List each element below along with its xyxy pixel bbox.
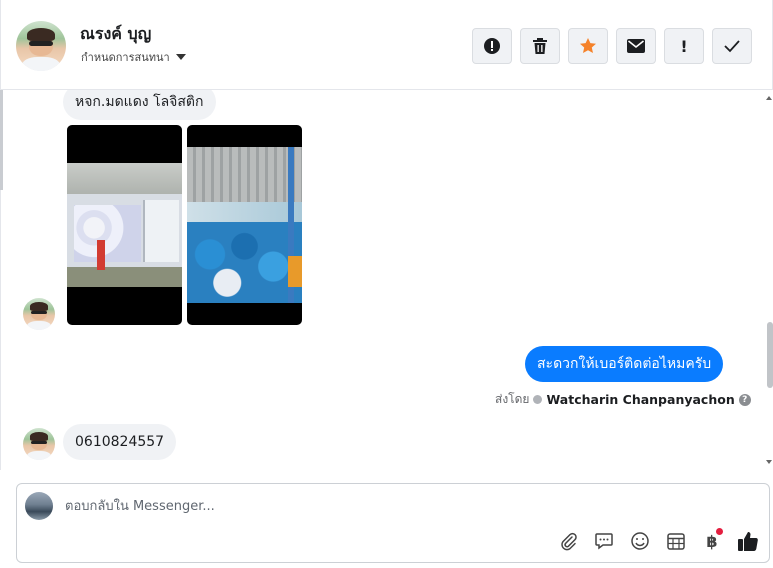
warehouse-photo-attachment[interactable] — [187, 125, 302, 325]
mark-done-button[interactable] — [712, 28, 752, 64]
payment-button[interactable]: ฿ — [701, 528, 723, 552]
verified-icon — [533, 395, 543, 404]
envelope-icon — [627, 39, 645, 53]
notification-dot — [716, 528, 723, 535]
alert-icon — [484, 38, 500, 54]
trash-icon — [533, 38, 547, 54]
assign-conversation-label: กำหนดการสนทนา — [81, 51, 170, 64]
emoji-button[interactable] — [629, 530, 651, 552]
star-button[interactable] — [568, 28, 608, 64]
speech-bubble-icon — [595, 533, 613, 550]
saved-replies-button[interactable] — [593, 530, 615, 552]
contact-avatar[interactable] — [16, 21, 66, 71]
exclamation-icon: ! — [680, 36, 688, 56]
scrollbar-thumb[interactable] — [767, 322, 773, 388]
calendar-icon — [667, 533, 685, 550]
page-avatar — [25, 492, 53, 520]
incoming-message[interactable]: หจก.มดแดง โลจิสติก — [63, 90, 216, 120]
contact-name[interactable]: ณรงค์ บุญ — [80, 22, 151, 47]
sent-by-name[interactable]: Watcharin Chanpanyachon — [546, 392, 734, 407]
assign-conversation-dropdown[interactable]: กำหนดการสนทนา — [81, 48, 186, 66]
sent-by-label: ส่งโดย — [495, 392, 530, 406]
attach-file-button[interactable] — [557, 530, 579, 552]
paperclip-icon — [561, 532, 577, 551]
send-like-button[interactable] — [737, 530, 759, 552]
reply-composer: ฿ — [16, 483, 770, 563]
smiley-icon — [631, 532, 649, 550]
conversation-header: ณรงค์ บุญ กำหนดการสนทนา ! — [0, 0, 773, 90]
contact-avatar-small[interactable] — [23, 428, 55, 460]
appointment-button[interactable] — [665, 530, 687, 552]
conversation-toolbar: ! — [472, 28, 752, 64]
reply-input[interactable] — [65, 497, 665, 515]
scroll-up-arrow[interactable] — [766, 96, 772, 100]
composer-toolbar: ฿ — [557, 528, 759, 552]
follow-up-button[interactable]: ! — [664, 28, 704, 64]
delete-button[interactable] — [520, 28, 560, 64]
scroll-down-arrow[interactable] — [766, 460, 772, 464]
incoming-message-phone[interactable]: 0610824557 — [63, 424, 177, 460]
contact-avatar-small[interactable] — [23, 298, 55, 330]
check-icon — [724, 40, 740, 53]
thumbs-up-icon — [738, 532, 758, 551]
mark-spam-button[interactable] — [472, 28, 512, 64]
caret-down-icon — [175, 54, 186, 60]
mark-unread-button[interactable] — [616, 28, 656, 64]
outgoing-message[interactable]: สะดวกให้เบอร์ติดต่อไหมครับ — [525, 346, 724, 382]
sent-by-info: ส่งโดย Watcharin Chanpanyachon ? — [495, 390, 751, 409]
left-edge-divider — [0, 90, 3, 190]
help-icon[interactable]: ? — [738, 393, 751, 406]
star-icon — [580, 38, 596, 53]
baht-icon: ฿ — [706, 531, 718, 551]
message-thread[interactable]: หจก.มดแดง โลจิสติก สะดวกให้เบอร์ติดต่อไห… — [0, 90, 773, 470]
truck-photo-attachment[interactable] — [67, 125, 182, 325]
